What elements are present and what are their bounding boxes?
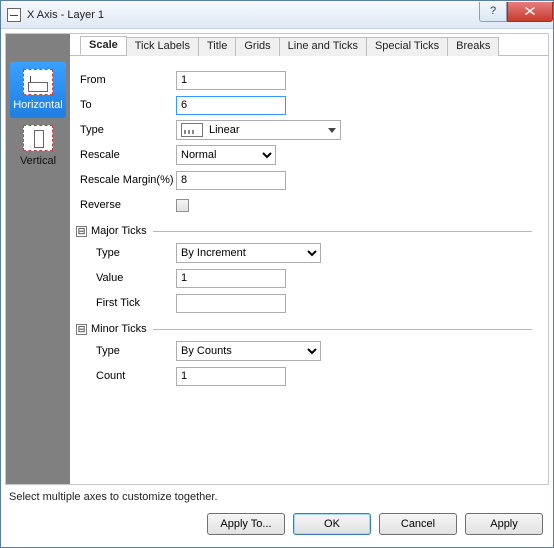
- minor-ticks-title: Minor Ticks: [91, 323, 147, 335]
- scale-type-value: Linear: [209, 124, 240, 136]
- major-ticks-collapse[interactable]: ⊟: [76, 226, 87, 237]
- horizontal-axis-icon: [23, 69, 53, 95]
- major-value-input[interactable]: [176, 269, 286, 288]
- rescale-select[interactable]: Normal: [176, 145, 276, 165]
- tab-line-ticks[interactable]: Line and Ticks: [279, 37, 367, 56]
- reverse-checkbox[interactable]: [176, 199, 189, 212]
- scale-form: From To Type Linear: [70, 56, 548, 484]
- tab-special-ticks[interactable]: Special Ticks: [366, 37, 448, 56]
- axis-vertical-label: Vertical: [20, 155, 56, 167]
- close-button[interactable]: [507, 2, 553, 22]
- rescale-margin-input[interactable]: [176, 171, 286, 190]
- to-label: To: [76, 99, 176, 111]
- axis-vertical-button[interactable]: Vertical: [10, 118, 66, 174]
- major-type-label: Type: [76, 247, 176, 259]
- apply-button[interactable]: Apply: [465, 513, 543, 535]
- type-label: Type: [76, 124, 176, 136]
- window-title: X Axis - Layer 1: [27, 9, 479, 21]
- close-icon: [525, 7, 535, 15]
- minor-count-label: Count: [76, 370, 176, 382]
- scale-type-select[interactable]: Linear: [176, 120, 341, 140]
- tab-breaks[interactable]: Breaks: [447, 37, 499, 56]
- minor-ticks-collapse[interactable]: ⊟: [76, 324, 87, 335]
- axis-horizontal-label: Horizontal: [13, 99, 63, 111]
- minor-ticks-group: ⊟ Minor Ticks: [76, 319, 532, 339]
- ok-button[interactable]: OK: [293, 513, 371, 535]
- cancel-button[interactable]: Cancel: [379, 513, 457, 535]
- minor-type-select[interactable]: By Counts: [176, 341, 321, 361]
- tab-tick-labels[interactable]: Tick Labels: [126, 37, 199, 56]
- tab-scale[interactable]: Scale: [80, 36, 127, 55]
- major-type-select[interactable]: By Increment: [176, 243, 321, 263]
- button-row: Apply To... OK Cancel Apply: [5, 513, 549, 543]
- axis-orientation-panel: Horizontal Vertical: [6, 34, 70, 484]
- minor-count-input[interactable]: [176, 367, 286, 386]
- axis-horizontal-button[interactable]: Horizontal: [10, 62, 66, 118]
- titlebar: X Axis - Layer 1 ?: [1, 1, 553, 29]
- vertical-axis-icon: [23, 125, 53, 151]
- rescale-margin-label: Rescale Margin(%): [76, 174, 176, 186]
- to-input[interactable]: [176, 96, 286, 115]
- major-value-label: Value: [76, 272, 176, 284]
- minor-type-label: Type: [76, 345, 176, 357]
- tab-grids[interactable]: Grids: [235, 37, 279, 56]
- first-tick-input[interactable]: [176, 294, 286, 313]
- apply-to-button[interactable]: Apply To...: [207, 513, 285, 535]
- major-ticks-title: Major Ticks: [91, 225, 147, 237]
- dialog-window: X Axis - Layer 1 ? Horizontal Vertical: [0, 0, 554, 548]
- major-ticks-group: ⊟ Major Ticks: [76, 221, 532, 241]
- tab-strip: Scale Tick Labels Title Grids Line and T…: [70, 34, 548, 56]
- from-label: From: [76, 74, 176, 86]
- linear-icon: [181, 123, 203, 137]
- help-button[interactable]: ?: [479, 2, 507, 22]
- reverse-label: Reverse: [76, 199, 176, 211]
- first-tick-label: First Tick: [76, 297, 176, 309]
- from-input[interactable]: [176, 71, 286, 90]
- tab-title[interactable]: Title: [198, 37, 236, 56]
- hint-text: Select multiple axes to customize togeth…: [5, 485, 549, 513]
- chevron-down-icon: [328, 128, 336, 133]
- app-icon: [7, 8, 21, 22]
- rescale-label: Rescale: [76, 149, 176, 161]
